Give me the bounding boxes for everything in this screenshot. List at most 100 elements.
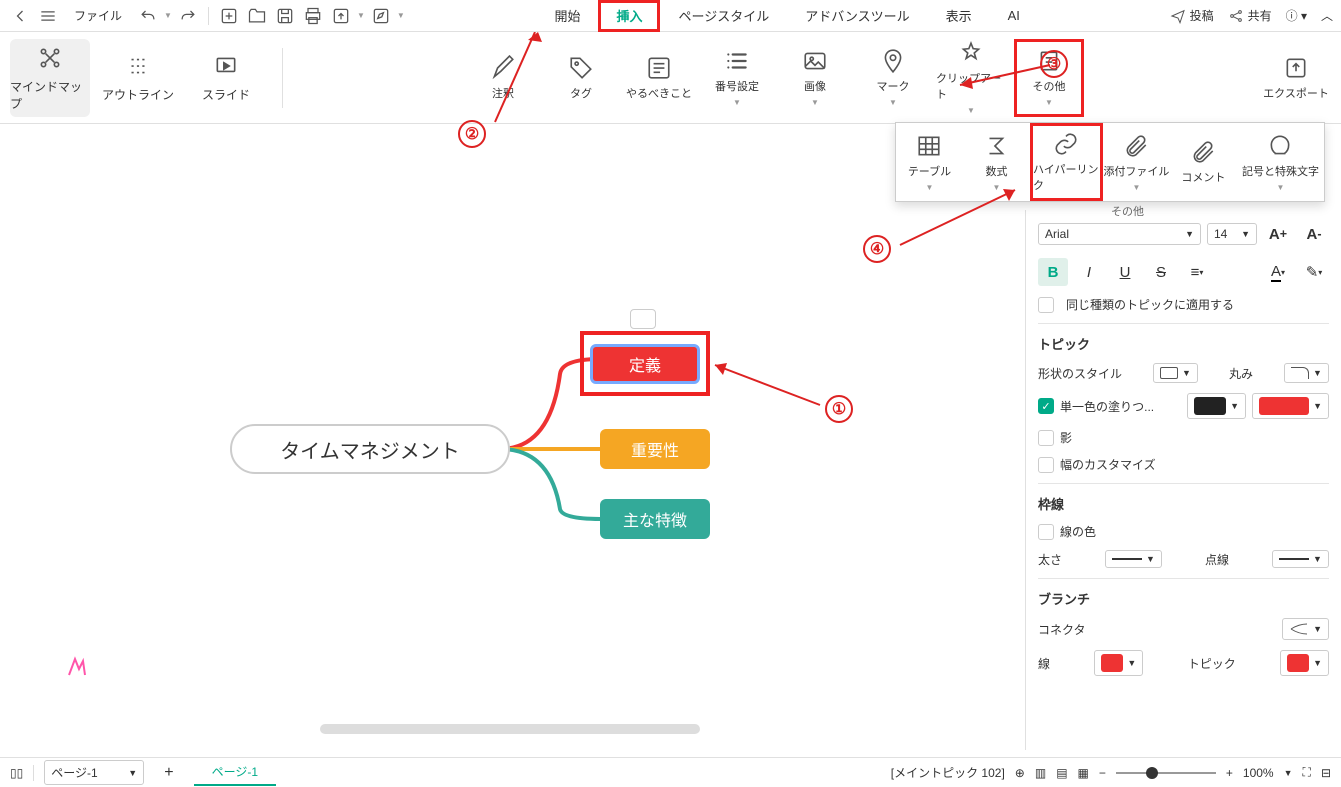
- node-definition[interactable]: 定義: [590, 344, 700, 384]
- grid-icon[interactable]: ▦: [1078, 766, 1089, 780]
- undo-icon[interactable]: [136, 4, 160, 28]
- annotation-3: ③: [1040, 50, 1068, 78]
- page-tab-1[interactable]: ページ-1: [194, 759, 276, 786]
- arrow-1: [710, 355, 830, 415]
- view-mindmap[interactable]: マインドマップ: [10, 39, 90, 117]
- central-topic[interactable]: タイムマネジメント: [230, 424, 510, 474]
- add-page-button[interactable]: +: [154, 764, 183, 782]
- fullscreen-icon[interactable]: ⛶: [1303, 765, 1311, 780]
- connector-select[interactable]: ▼: [1282, 618, 1329, 640]
- font-select[interactable]: Arial▼: [1038, 223, 1201, 245]
- share-action-icon[interactable]: [329, 4, 353, 28]
- topic-heading: トピック: [1038, 334, 1329, 353]
- bold-button[interactable]: B: [1038, 258, 1068, 286]
- align-button[interactable]: ≡▾: [1182, 258, 1212, 286]
- decrease-font-icon[interactable]: A-: [1299, 220, 1329, 248]
- border-color-swatch[interactable]: ▼: [1187, 393, 1246, 419]
- dash-select[interactable]: ▼: [1272, 550, 1329, 568]
- zoom-slider[interactable]: [1116, 772, 1216, 774]
- collapse-ribbon-icon[interactable]: ︿: [1321, 7, 1333, 24]
- topic-color-swatch[interactable]: ▼: [1280, 650, 1329, 676]
- shape-style-label: 形状のスタイル: [1038, 365, 1122, 382]
- edit-icon[interactable]: [369, 4, 393, 28]
- open-icon[interactable]: [245, 4, 269, 28]
- insert-image[interactable]: 画像▼: [780, 39, 850, 117]
- italic-button[interactable]: I: [1074, 258, 1104, 286]
- add-icon[interactable]: [217, 4, 241, 28]
- ribbon: マインドマップ アウトライン スライド 注釈 タグ やるべきこと 番号設定▼ 画…: [0, 32, 1341, 124]
- zoom-out-icon[interactable]: −: [1099, 766, 1106, 780]
- round-select[interactable]: ▼: [1284, 363, 1329, 383]
- topic2-label: トピック: [1188, 655, 1236, 672]
- help-icon[interactable]: ⓘ ▾: [1286, 7, 1307, 24]
- view-slide[interactable]: スライド: [186, 39, 266, 117]
- annotation-4: ④: [863, 235, 891, 263]
- menu-insert[interactable]: 挿入: [598, 0, 660, 32]
- book-icon[interactable]: ▥: [1035, 766, 1046, 780]
- border-heading: 枠線: [1038, 494, 1329, 513]
- cursor-icon[interactable]: ⊕: [1015, 766, 1025, 780]
- collapse-handle[interactable]: [630, 309, 656, 329]
- insert-tag[interactable]: タグ: [546, 39, 616, 117]
- font-color-button[interactable]: A▾: [1263, 258, 1293, 286]
- thickness-select[interactable]: ▼: [1105, 550, 1162, 568]
- topbar: ファイル ▼ ▼ ▼ 開始 挿入 ページスタイル アドバンスツール 表示 AI …: [0, 0, 1341, 32]
- back-icon[interactable]: [8, 4, 32, 28]
- menu-pagestyle[interactable]: ページスタイル: [660, 0, 787, 32]
- insert-numbering[interactable]: 番号設定▼: [702, 39, 772, 117]
- node-features[interactable]: 主な特徴: [600, 499, 710, 539]
- underline-button[interactable]: U: [1110, 258, 1140, 286]
- same-type-check[interactable]: [1038, 297, 1054, 313]
- strike-button[interactable]: S: [1146, 258, 1176, 286]
- format-panel: Arial▼ 14▼ A+ A- B I U S ≡▾ A▾ ✎▾ 同じ種類のト…: [1025, 210, 1341, 750]
- file-menu[interactable]: ファイル: [74, 7, 122, 24]
- layers-icon[interactable]: ▤: [1056, 766, 1067, 780]
- menu-icon[interactable]: [36, 4, 60, 28]
- insert-todo[interactable]: やるべきこと: [624, 39, 694, 117]
- shadow-check[interactable]: [1038, 430, 1054, 446]
- share-button[interactable]: 共有: [1228, 7, 1272, 24]
- size-select[interactable]: 14▼: [1207, 223, 1257, 245]
- minimize-icon[interactable]: ⊟: [1321, 766, 1331, 780]
- annotation-1: ①: [825, 395, 853, 423]
- arrow-4: [895, 185, 1025, 255]
- menu-start[interactable]: 開始: [536, 0, 598, 32]
- page-select[interactable]: ページ-1▼: [44, 760, 144, 785]
- post-button[interactable]: 投稿: [1170, 7, 1214, 24]
- highlight-button[interactable]: ✎▾: [1299, 258, 1329, 286]
- sub-comment[interactable]: コメント: [1170, 123, 1237, 201]
- print-icon[interactable]: [301, 4, 325, 28]
- redo-icon[interactable]: [176, 4, 200, 28]
- export-button[interactable]: エクスポート: [1261, 39, 1331, 117]
- increase-font-icon[interactable]: A+: [1263, 220, 1293, 248]
- save-icon[interactable]: [273, 4, 297, 28]
- zoom-level[interactable]: 100%: [1243, 766, 1274, 780]
- shadow-label: 影: [1060, 429, 1072, 446]
- shape-select[interactable]: ▼: [1153, 363, 1198, 383]
- fill-label: 単一色の塗りつ...: [1060, 398, 1154, 415]
- node-importance[interactable]: 重要性: [600, 429, 710, 469]
- connector-label: コネクタ: [1038, 621, 1086, 638]
- arrow-2: [490, 32, 550, 132]
- sub-hyperlink[interactable]: ハイパーリンク: [1030, 123, 1103, 201]
- width-check[interactable]: [1038, 457, 1054, 473]
- sub-symbols[interactable]: 記号と特殊文字▼: [1237, 123, 1324, 201]
- line-label: 線: [1038, 655, 1050, 672]
- border-color-check[interactable]: [1038, 524, 1054, 540]
- annotation-2: ②: [458, 120, 486, 148]
- canvas[interactable]: タイムマネジメント 定義 重要性 主な特徴: [0, 124, 1025, 742]
- fill-check[interactable]: ✓: [1038, 398, 1054, 414]
- view-outline[interactable]: アウトライン: [98, 39, 178, 117]
- h-scrollbar[interactable]: [320, 724, 700, 734]
- fill-color-swatch[interactable]: ▼: [1252, 393, 1329, 419]
- page-layout-icon[interactable]: ▯▯: [10, 766, 23, 780]
- round-label: 丸み: [1229, 365, 1253, 382]
- menu-advanced[interactable]: アドバンスツール: [787, 0, 927, 32]
- submenu-footer: その他: [1111, 203, 1144, 219]
- sub-attachment[interactable]: 添付ファイル▼: [1103, 123, 1170, 201]
- line-color-swatch[interactable]: ▼: [1094, 650, 1143, 676]
- insert-mark[interactable]: マーク▼: [858, 39, 928, 117]
- zoom-in-icon[interactable]: +: [1226, 766, 1233, 780]
- menu-view[interactable]: 表示: [928, 0, 990, 32]
- menu-ai[interactable]: AI: [990, 0, 1038, 32]
